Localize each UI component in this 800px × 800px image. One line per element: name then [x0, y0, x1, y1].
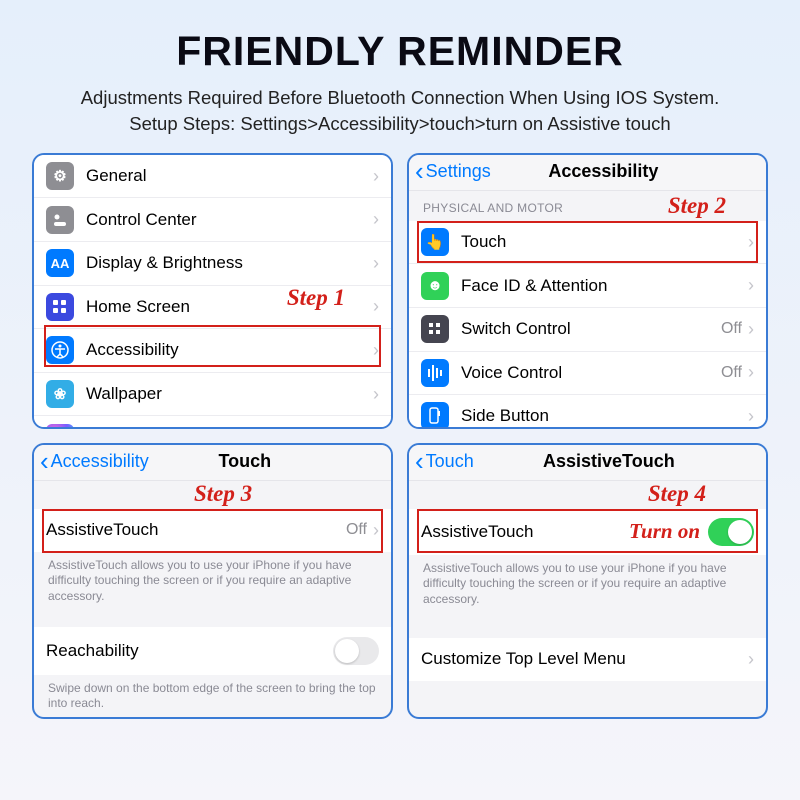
nav-bar: ‹ Touch AssistiveTouch — [409, 445, 766, 481]
row-touch[interactable]: 👆 Touch › — [409, 221, 766, 265]
assistivetouch-toggle[interactable] — [708, 518, 754, 546]
back-button[interactable]: ‹ Touch — [415, 451, 474, 472]
panel-step2: ‹ Settings Accessibility PHYSICAL AND MO… — [407, 153, 768, 429]
chevron-left-icon: ‹ — [415, 161, 424, 182]
row-faceid[interactable]: ☻ Face ID & Attention › — [409, 264, 766, 308]
nav-title: Accessibility — [471, 161, 736, 182]
nav-title: AssistiveTouch — [468, 451, 750, 472]
assistivetouch-desc: AssistiveTouch allows you to use your iP… — [34, 552, 391, 613]
row-assistivetouch[interactable]: AssistiveTouch Off › — [34, 509, 391, 552]
chevron-right-icon: › — [373, 209, 379, 230]
row-control-center[interactable]: Control Center › — [34, 198, 391, 242]
panel-step4: ‹ Touch AssistiveTouch AssistiveTouch Tu… — [407, 443, 768, 719]
row-switch-control[interactable]: Switch Control Off › — [409, 308, 766, 352]
assistivetouch-desc: AssistiveTouch allows you to use your iP… — [409, 555, 766, 616]
text-size-icon: AA — [46, 249, 74, 277]
row-siri-search[interactable]: Siri & Search › — [34, 416, 391, 428]
chevron-right-icon: › — [373, 427, 379, 429]
row-customize-menu[interactable]: Customize Top Level Menu › — [409, 638, 766, 681]
chevron-right-icon: › — [748, 362, 754, 383]
row-accessibility[interactable]: Accessibility › — [34, 329, 391, 373]
reachability-desc: Swipe down on the bottom edge of the scr… — [34, 675, 391, 719]
chevron-right-icon: › — [373, 520, 379, 541]
voice-icon — [421, 359, 449, 387]
chevron-left-icon: ‹ — [40, 451, 49, 472]
row-home-screen[interactable]: Home Screen › — [34, 286, 391, 330]
chevron-right-icon: › — [373, 253, 379, 274]
row-general[interactable]: ⚙ General › — [34, 155, 391, 199]
chevron-right-icon: › — [373, 166, 379, 187]
chevron-right-icon: › — [748, 232, 754, 253]
section-header: PHYSICAL AND MOTOR — [409, 191, 766, 221]
toggles-icon — [46, 206, 74, 234]
siri-icon — [46, 424, 74, 429]
chevron-left-icon: ‹ — [415, 451, 424, 472]
gear-icon: ⚙ — [46, 162, 74, 190]
chevron-right-icon: › — [748, 275, 754, 296]
chevron-right-icon: › — [748, 649, 754, 670]
chevron-right-icon: › — [748, 319, 754, 340]
chevron-right-icon: › — [373, 384, 379, 405]
nav-bar: ‹ Settings Accessibility — [409, 155, 766, 191]
reachability-toggle[interactable] — [333, 637, 379, 665]
side-button-icon — [421, 402, 449, 428]
flower-icon: ❀ — [46, 380, 74, 408]
accessibility-icon — [46, 336, 74, 364]
row-display-brightness[interactable]: AA Display & Brightness › — [34, 242, 391, 286]
nav-bar: ‹ Accessibility Touch — [34, 445, 391, 481]
home-grid-icon — [46, 293, 74, 321]
chevron-right-icon: › — [373, 296, 379, 317]
panel-step3: ‹ Accessibility Touch AssistiveTouch Off… — [32, 443, 393, 719]
row-voice-control[interactable]: Voice Control Off › — [409, 352, 766, 396]
turn-on-label: Turn on — [629, 519, 700, 544]
grid-icon — [421, 315, 449, 343]
row-assistivetouch-on[interactable]: AssistiveTouch Turn on — [409, 509, 766, 555]
chevron-right-icon: › — [373, 340, 379, 361]
page-subtitle: Adjustments Required Before Bluetooth Co… — [32, 85, 768, 137]
page-title: FRIENDLY REMINDER — [32, 28, 768, 75]
row-reachability[interactable]: Reachability — [34, 627, 391, 675]
row-wallpaper[interactable]: ❀ Wallpaper › — [34, 373, 391, 417]
row-side-button[interactable]: Side Button › — [409, 395, 766, 429]
panels-grid: ⚙ General › Control Center › AA Display … — [32, 153, 768, 719]
touch-icon: 👆 — [421, 228, 449, 256]
nav-title: Touch — [129, 451, 361, 472]
faceid-icon: ☻ — [421, 272, 449, 300]
panel-step1: ⚙ General › Control Center › AA Display … — [32, 153, 393, 429]
chevron-right-icon: › — [748, 406, 754, 427]
